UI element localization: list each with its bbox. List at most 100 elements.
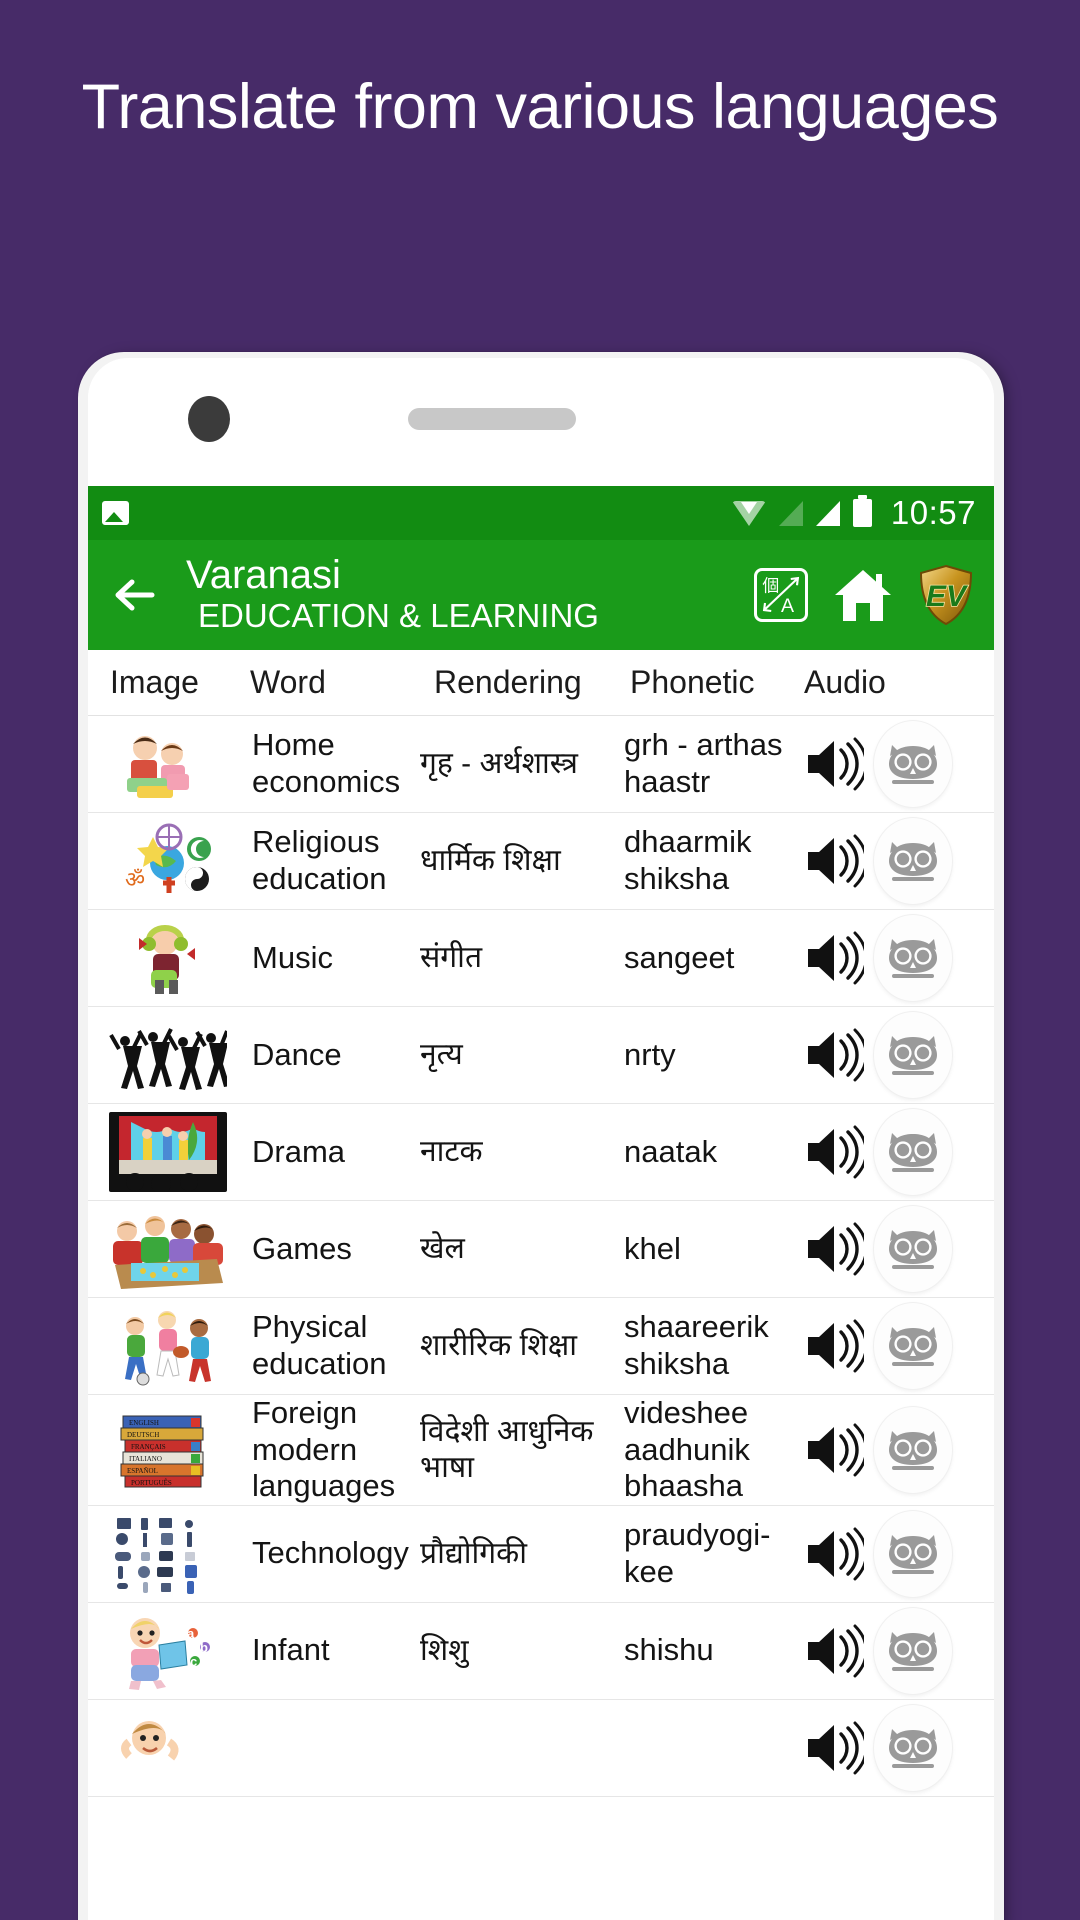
status-bar-left: [102, 501, 129, 525]
table-row[interactable]: ENGLISH DEUTSCH FRANÇAIS ITALIANO ESPAÑOL PO…: [88, 1395, 994, 1506]
row-word: Music: [252, 939, 333, 975]
row-rendering: नाटक: [420, 1135, 483, 1169]
signal-full-icon: [815, 500, 840, 526]
speaker-icon[interactable]: [802, 1027, 868, 1083]
infant-thumb: abc: [109, 1610, 227, 1691]
owl-icon: [886, 1032, 940, 1078]
wifi-icon: [731, 500, 766, 526]
table-row[interactable]: Games खेल khel: [88, 1201, 994, 1298]
speaker-icon[interactable]: [802, 1623, 868, 1679]
row-audio-cell: [794, 1012, 984, 1098]
column-header-rendering: Rendering: [434, 664, 582, 700]
speaker-icon[interactable]: [802, 1124, 868, 1180]
row-image-cell: abc: [94, 1603, 242, 1699]
row-image-cell: [94, 1700, 242, 1796]
foreign-languages-thumb: ENGLISH DEUTSCH FRANÇAIS ITALIANO ESPAÑOL PO…: [109, 1409, 227, 1490]
speaker-icon[interactable]: [802, 1720, 868, 1776]
row-rendering: शारीरिक शिक्षा: [420, 1329, 578, 1363]
translate-icon[interactable]: 個 A: [754, 568, 808, 622]
owl-button[interactable]: [874, 721, 952, 807]
app-bar-subtitle: EDUCATION & LEARNING: [198, 597, 599, 635]
row-image-cell: [94, 910, 242, 1006]
owl-button[interactable]: [874, 1406, 952, 1493]
home-icon[interactable]: [832, 566, 894, 624]
earpiece-speaker: [408, 408, 576, 430]
column-header-word: Word: [250, 664, 326, 700]
owl-button[interactable]: [874, 1206, 952, 1292]
table-row[interactable]: Technology प्रौद्योगिकी praudyogi-kee: [88, 1506, 994, 1603]
photo-icon: [102, 501, 129, 525]
table-row[interactable]: ॐ Religious education धार्मिक शिक्षा dha…: [88, 813, 994, 910]
table-row[interactable]: Physical education शारीरिक शिक्षा shaare…: [88, 1298, 994, 1395]
row-word: Religious education: [252, 824, 387, 896]
row-image-cell: [94, 1007, 242, 1103]
row-rendering: नृत्य: [420, 1038, 463, 1072]
row-word: Drama: [252, 1133, 346, 1169]
owl-button[interactable]: [874, 1109, 952, 1195]
owl-icon: [886, 1725, 940, 1771]
row-phonetic: khel: [624, 1230, 681, 1266]
row-rendering: संगीत: [420, 941, 483, 975]
row-word: Foreign modern languages: [252, 1395, 396, 1504]
owl-button[interactable]: [874, 818, 952, 904]
table-row[interactable]: Music संगीत sangeet: [88, 910, 994, 1007]
owl-button[interactable]: [874, 1510, 952, 1597]
svg-text:ITALIANO: ITALIANO: [129, 1455, 162, 1463]
speaker-icon[interactable]: [802, 736, 868, 792]
app-bar-title: Varanasi: [186, 552, 341, 597]
battery-icon: [852, 495, 872, 527]
svg-text:PORTUGUÊS: PORTUGUÊS: [131, 1479, 172, 1487]
child-thumb: [109, 1707, 227, 1788]
owl-button[interactable]: [874, 1607, 952, 1694]
row-phonetic: grh - arthas haastr: [624, 727, 783, 799]
owl-icon: [886, 1323, 940, 1369]
owl-button[interactable]: [874, 915, 952, 1001]
table-row[interactable]: Drama नाटक naatak: [88, 1104, 994, 1201]
row-audio-cell: [794, 1303, 984, 1389]
row-image-cell: [94, 1506, 242, 1602]
speaker-icon[interactable]: [802, 1526, 868, 1582]
svg-text:c: c: [190, 1654, 197, 1669]
speaker-icon[interactable]: [802, 1318, 868, 1374]
row-phonetic: shishu: [624, 1632, 714, 1668]
owl-icon: [886, 1226, 940, 1272]
row-audio-cell: [794, 1607, 984, 1694]
owl-icon: [886, 1427, 940, 1473]
word-table: Image Word Rendering Phonetic Audio Home…: [88, 650, 994, 1920]
row-audio-cell: [794, 915, 984, 1001]
phone-bezel-top: [88, 358, 994, 486]
row-phonetic: praudyogi-kee: [624, 1517, 771, 1589]
owl-button[interactable]: [874, 1704, 952, 1791]
status-bar-clock: 10:57: [890, 494, 976, 531]
app-bar-titles: Varanasi EDUCATION & LEARNING: [166, 552, 754, 636]
table-header-row: Image Word Rendering Phonetic Audio: [88, 650, 994, 716]
svg-text:EV: EV: [926, 580, 969, 613]
speaker-icon[interactable]: [802, 1221, 868, 1277]
row-audio-cell: [794, 1704, 984, 1791]
speaker-icon[interactable]: [802, 833, 868, 889]
app-bar: Varanasi EDUCATION & LEARNING 個 A EV: [88, 540, 994, 650]
ev-shield-icon[interactable]: EV: [918, 564, 974, 626]
owl-button[interactable]: [874, 1303, 952, 1389]
app-bar-actions: 個 A EV: [754, 564, 978, 626]
games-thumb: [109, 1209, 227, 1289]
table-row[interactable]: Dance नृत्य nrty: [88, 1007, 994, 1104]
table-row[interactable]: abc Infant शिशु shishu: [88, 1603, 994, 1700]
owl-button[interactable]: [874, 1012, 952, 1098]
row-phonetic: shaareerik shiksha: [624, 1309, 769, 1381]
table-row[interactable]: Home economics गृह - अर्थशास्त्र grh - a…: [88, 716, 994, 813]
svg-text:b: b: [200, 1640, 208, 1655]
back-arrow-icon[interactable]: [104, 564, 166, 626]
row-image-cell: [94, 1201, 242, 1297]
column-header-phonetic: Phonetic: [630, 664, 755, 700]
row-word: Home economics: [252, 727, 401, 799]
speaker-icon[interactable]: [802, 1422, 868, 1478]
signal-outline-icon: [778, 500, 803, 526]
physical-education-thumb: [109, 1306, 227, 1386]
row-image-cell: [94, 716, 242, 812]
column-header-image: Image: [110, 664, 199, 700]
table-row[interactable]: [88, 1700, 994, 1797]
row-image-cell: [94, 1104, 242, 1200]
phone-mockup: 10:57 Varanasi EDUCATION & LEARNING 個 A: [78, 352, 1004, 1920]
speaker-icon[interactable]: [802, 930, 868, 986]
